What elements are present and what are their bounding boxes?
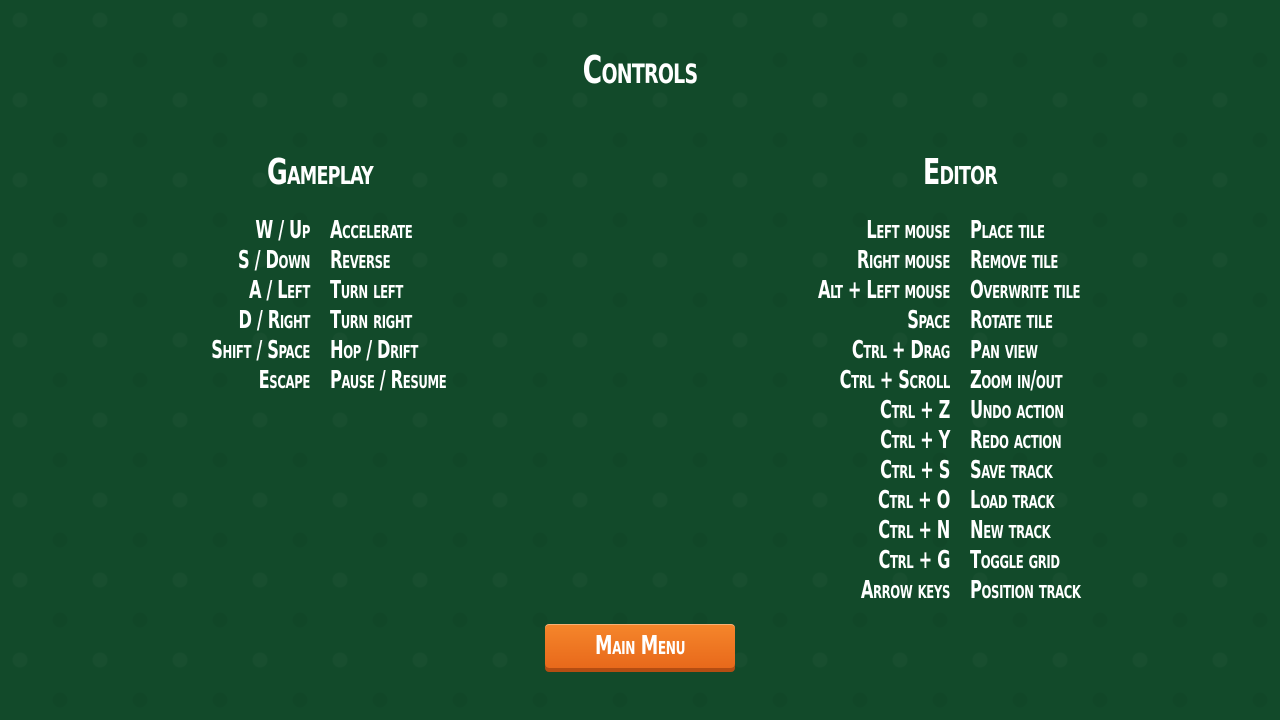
- binding-key: Ctrl + Y: [880, 425, 950, 454]
- binding-action: Rotate tile: [970, 305, 1053, 334]
- binding-key: W / Up: [255, 215, 310, 244]
- main-menu-button[interactable]: Main Menu: [545, 624, 735, 668]
- binding-key: Ctrl + N: [878, 515, 950, 544]
- binding-key: Escape: [258, 365, 311, 394]
- editor-binding-row: Ctrl + O Load track: [750, 485, 1270, 515]
- binding-action: Zoom in/out: [970, 365, 1063, 394]
- binding-action: Undo action: [970, 395, 1064, 424]
- binding-key: Shift / Space: [211, 335, 310, 364]
- binding-key: D / Right: [238, 305, 311, 334]
- binding-key: S / Down: [238, 245, 310, 274]
- editor-binding-row: Ctrl + Y Redo action: [750, 425, 1270, 455]
- binding-action: New track: [970, 515, 1051, 544]
- binding-key: Ctrl + Z: [880, 395, 950, 424]
- binding-action: Hop / Drift: [330, 335, 418, 364]
- binding-action: Accelerate: [330, 215, 413, 244]
- editor-binding-row: Left mouse Place tile: [750, 215, 1270, 245]
- binding-key: Ctrl + G: [878, 545, 951, 574]
- binding-key: Ctrl + O: [878, 485, 950, 514]
- binding-action: Redo action: [970, 425, 1062, 454]
- binding-action: Overwrite tile: [970, 275, 1081, 304]
- binding-action: Toggle grid: [970, 545, 1060, 574]
- binding-key: A / Left: [248, 275, 310, 304]
- gameplay-binding-row: Escape Pause / Resume: [110, 365, 630, 395]
- gameplay-binding-row: A / Left Turn left: [110, 275, 630, 305]
- editor-section-title: Editor: [922, 152, 998, 193]
- binding-action: Reverse: [330, 245, 391, 274]
- binding-key: Left mouse: [866, 215, 950, 244]
- binding-action: Load track: [970, 485, 1055, 514]
- editor-binding-row: Arrow keys Position track: [750, 575, 1270, 605]
- editor-bindings-list: Left mouse Place tile Right mouse Remove…: [750, 215, 1270, 605]
- binding-key: Ctrl + S: [880, 455, 950, 484]
- gameplay-binding-row: S / Down Reverse: [110, 245, 630, 275]
- binding-action: Save track: [970, 455, 1053, 484]
- binding-action: Remove tile: [970, 245, 1058, 274]
- binding-action: Pan view: [970, 335, 1038, 364]
- editor-binding-row: Alt + Left mouse Overwrite tile: [750, 275, 1270, 305]
- binding-action: Pause / Resume: [330, 365, 447, 394]
- editor-binding-row: Ctrl + Scroll Zoom in/out: [750, 365, 1270, 395]
- main-menu-button-label: Main Menu: [594, 631, 686, 661]
- editor-binding-row: Ctrl + N New track: [750, 515, 1270, 545]
- editor-binding-row: Ctrl + Z Undo action: [750, 395, 1270, 425]
- binding-key: Space: [907, 305, 950, 334]
- editor-binding-row: Ctrl + Drag Pan view: [750, 335, 1270, 365]
- screen-title: Controls: [582, 48, 698, 92]
- binding-action: Turn left: [330, 275, 403, 304]
- editor-binding-row: Ctrl + S Save track: [750, 455, 1270, 485]
- binding-key: Arrow keys: [860, 575, 951, 604]
- gameplay-bindings-list: W / Up Accelerate S / Down Reverse A / L…: [110, 215, 630, 395]
- gameplay-binding-row: W / Up Accelerate: [110, 215, 630, 245]
- binding-action: Turn right: [330, 305, 412, 334]
- binding-key: Right mouse: [856, 245, 950, 274]
- binding-action: Place tile: [970, 215, 1045, 244]
- binding-action: Position track: [970, 575, 1081, 604]
- editor-binding-row: Space Rotate tile: [750, 305, 1270, 335]
- binding-key: Ctrl + Drag: [851, 335, 951, 364]
- editor-binding-row: Ctrl + G Toggle grid: [750, 545, 1270, 575]
- editor-binding-row: Right mouse Remove tile: [750, 245, 1270, 275]
- binding-key: Ctrl + Scroll: [839, 365, 951, 394]
- gameplay-binding-row: Shift / Space Hop / Drift: [110, 335, 630, 365]
- gameplay-binding-row: D / Right Turn right: [110, 305, 630, 335]
- binding-key: Alt + Left mouse: [817, 275, 950, 304]
- gameplay-section-title: Gameplay: [267, 152, 374, 193]
